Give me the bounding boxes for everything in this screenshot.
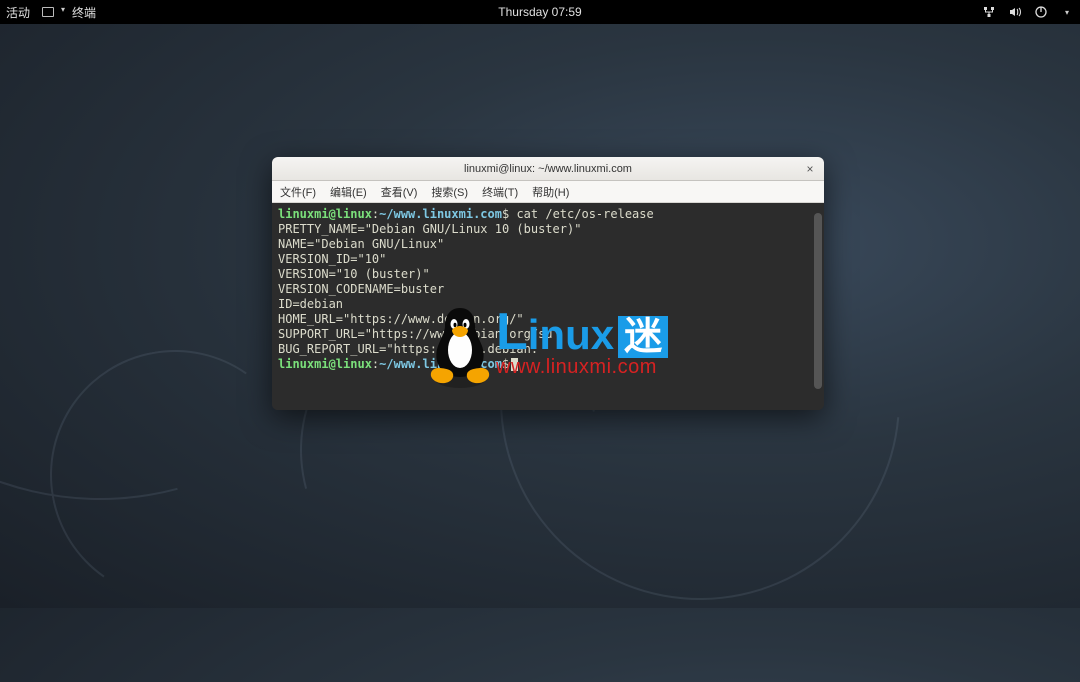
menubar: 文件(F) 编辑(E) 查看(V) 搜索(S) 终端(T) 帮助(H) — [272, 181, 824, 203]
command-text: cat /etc/os-release — [516, 207, 653, 221]
output-line: VERSION="10 (buster)" — [278, 267, 430, 281]
output-line: VERSION_CODENAME=buster — [278, 282, 444, 296]
menu-view[interactable]: 查看(V) — [381, 184, 418, 200]
menu-help[interactable]: 帮助(H) — [532, 184, 569, 200]
prompt-path: ~/www.linuxmi.com — [379, 207, 502, 221]
output-line: HOME_URL="https://www.debian.org/" — [278, 312, 524, 326]
prompt-symbol: $ — [502, 207, 509, 221]
scrollbar[interactable] — [814, 213, 822, 389]
prompt-user: linuxmi@linux — [278, 357, 372, 371]
output-line: ID=debian — [278, 297, 343, 311]
output-line: NAME="Debian GNU/Linux" — [278, 237, 444, 251]
terminal-body[interactable]: linuxmi@linux:~/www.linuxmi.com$ cat /et… — [272, 203, 824, 410]
output-line: BUG_REPORT_URL="https://bugs.debian. — [278, 342, 538, 356]
prompt-path: ~/www.linuxmi.com — [379, 357, 502, 371]
terminal-icon — [42, 7, 54, 17]
app-menu-label: 终端 — [72, 4, 96, 21]
cursor — [511, 358, 518, 371]
window-title: linuxmi@linux: ~/www.linuxmi.com — [464, 163, 632, 175]
output-line: PRETTY_NAME="Debian GNU/Linux 10 (buster… — [278, 222, 581, 236]
menu-file[interactable]: 文件(F) — [280, 184, 316, 200]
chevron-down-icon[interactable]: ▾ — [1060, 5, 1074, 19]
network-icon[interactable] — [982, 5, 996, 19]
power-icon[interactable] — [1034, 5, 1048, 19]
activities-button[interactable]: 活动 — [6, 4, 30, 21]
menu-terminal[interactable]: 终端(T) — [482, 184, 518, 200]
clock[interactable]: Thursday 07:59 — [498, 5, 581, 19]
output-line: SUPPORT_URL="https://www.debian.org/su — [278, 327, 553, 341]
close-button[interactable]: × — [802, 161, 818, 177]
prompt-symbol: $ — [502, 357, 509, 371]
window-titlebar[interactable]: linuxmi@linux: ~/www.linuxmi.com × — [272, 157, 824, 181]
output-line: VERSION_ID="10" — [278, 252, 386, 266]
menu-search[interactable]: 搜索(S) — [431, 184, 468, 200]
volume-icon[interactable] — [1008, 5, 1022, 19]
app-menu[interactable]: 终端 — [42, 4, 96, 21]
terminal-window: linuxmi@linux: ~/www.linuxmi.com × 文件(F)… — [272, 157, 824, 410]
top-bar: 活动 终端 Thursday 07:59 ▾ — [0, 0, 1080, 24]
menu-edit[interactable]: 编辑(E) — [330, 184, 367, 200]
prompt-user: linuxmi@linux — [278, 207, 372, 221]
